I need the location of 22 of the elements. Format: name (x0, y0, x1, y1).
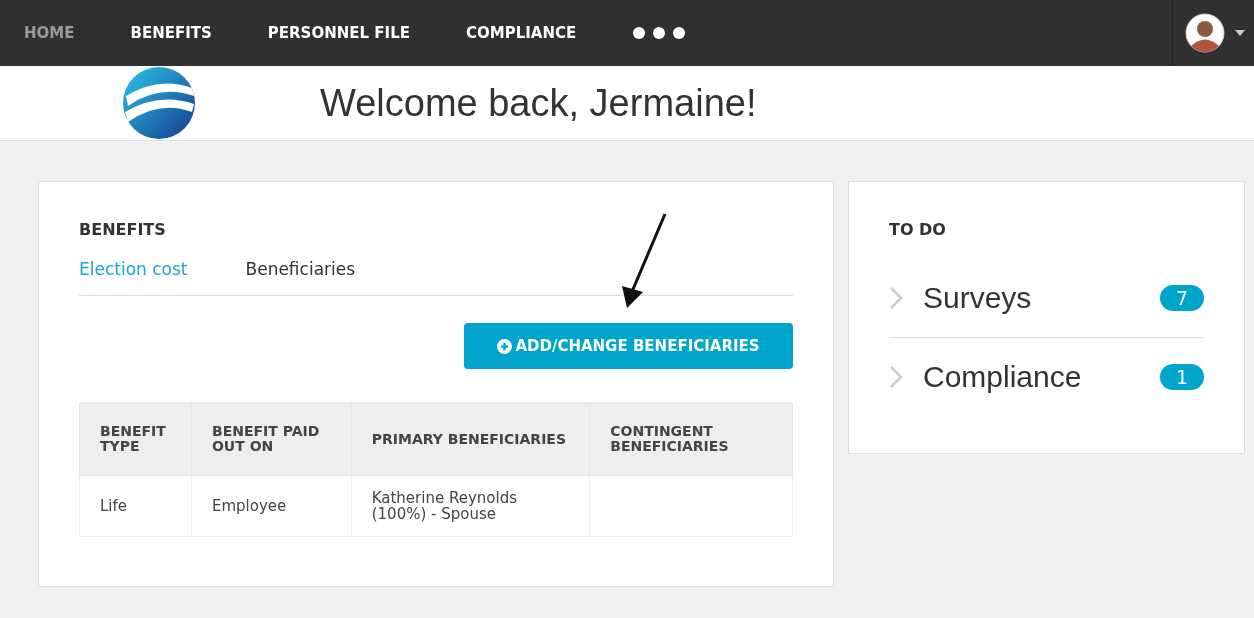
section-title: BENEFITS (79, 220, 167, 239)
column-header: BENEFIT TYPE (79, 402, 192, 476)
column-header: BENEFIT PAID OUT ON (191, 402, 352, 476)
nav-link[interactable]: COMPLIANCE (465, 24, 577, 42)
nav-link[interactable]: PERSONNEL FILE (267, 24, 410, 42)
count-badge: 7 (1160, 285, 1204, 311)
table-cell: Life (79, 475, 192, 537)
column-header: CONTINGENT BENEFICIARIES (589, 402, 793, 476)
nav-link[interactable]: HOME (24, 24, 75, 42)
plus-circle-icon (497, 338, 513, 354)
todo-label[interactable]: Surveys (923, 281, 1160, 315)
avatar-icon[interactable] (1185, 13, 1225, 53)
column-header: PRIMARY BENEFICIARIES (351, 402, 590, 476)
section-title: TO DO (889, 220, 947, 239)
count-badge: 1 (1160, 364, 1204, 390)
caret-icon[interactable] (1235, 30, 1245, 36)
todo-label[interactable]: Compliance (923, 360, 1160, 394)
welcome-heading: Welcome back, Jermaine! (320, 81, 757, 125)
nav-link[interactable]: BENEFITS (130, 24, 212, 42)
table-cell: Katherine Reynolds (100%) - Spouse (351, 475, 590, 537)
tab[interactable]: Beneficiaries (245, 259, 356, 279)
table-cell: Employee (191, 475, 352, 537)
